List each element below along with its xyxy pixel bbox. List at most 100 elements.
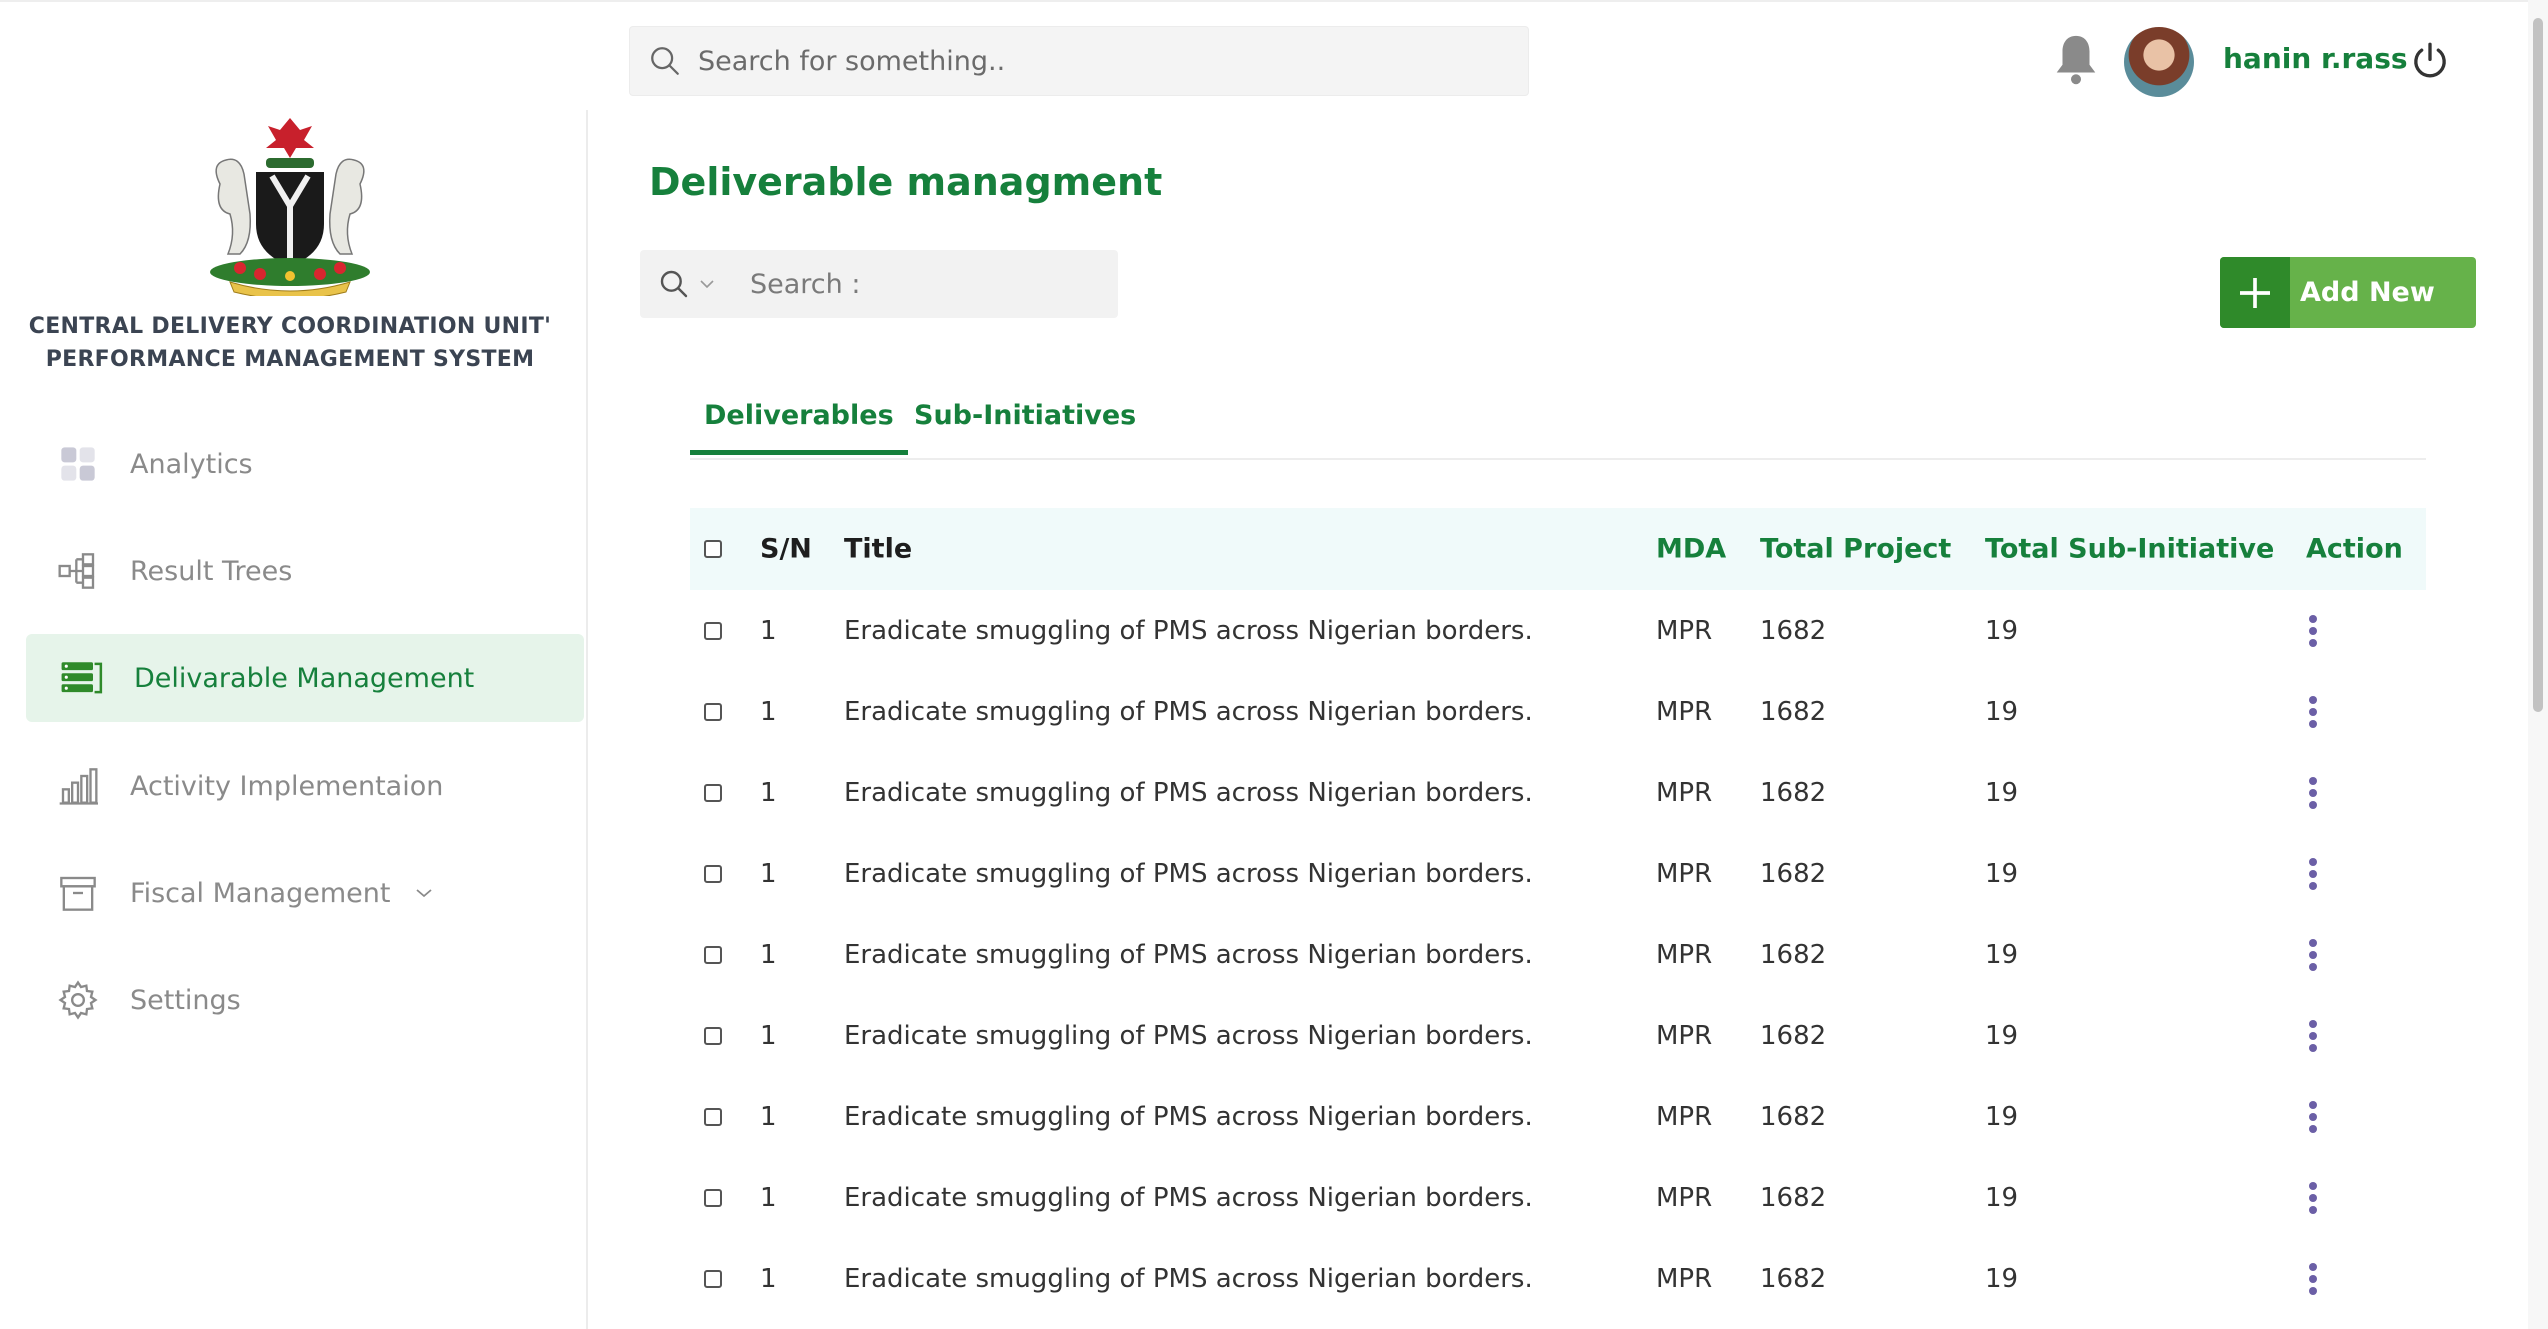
row-checkbox[interactable] [704, 945, 722, 964]
sidebar-item-deliverable-management[interactable]: Delivarable Management [26, 634, 584, 722]
table-row[interactable]: 1 Eradicate smuggling of PMS across Niger… [690, 833, 2426, 914]
cell-mda: MPR [1656, 1182, 1713, 1213]
row-checkbox[interactable] [704, 1188, 722, 1207]
table-row[interactable]: 1 Eradicate smuggling of PMS across Niger… [690, 590, 2426, 671]
col-mda: MDA [1656, 533, 1727, 565]
username[interactable]: hanin r.rass [2223, 42, 2408, 75]
cell-title: Eradicate smuggling of PMS across Nigeri… [844, 1020, 1533, 1051]
deliverable-search-input[interactable] [748, 267, 1052, 301]
global-search-input[interactable] [696, 44, 1500, 78]
global-search[interactable] [629, 26, 1529, 96]
table-row[interactable]: 1 Eradicate smuggling of PMS across Niger… [690, 1238, 2426, 1319]
avatar[interactable] [2124, 27, 2194, 97]
chevron-down-icon[interactable] [414, 886, 434, 900]
sidebar-item-label: Activity Implementaion [130, 770, 444, 802]
cell-total-sub-initiative: 19 [1985, 1101, 2019, 1132]
cell-title: Eradicate smuggling of PMS across Nigeri… [844, 615, 1533, 646]
tab-sub-initiatives[interactable]: Sub-Initiatives [914, 400, 1136, 431]
col-sn: S/N [760, 533, 812, 565]
more-options-icon[interactable] [2308, 1016, 2318, 1056]
cell-total-project: 1682 [1760, 615, 1827, 646]
cell-mda: MPR [1656, 1101, 1713, 1132]
scrollbar-thumb[interactable] [2533, 18, 2543, 712]
cell-mda: MPR [1656, 1263, 1713, 1294]
cell-total-sub-initiative: 19 [1985, 1182, 2019, 1213]
col-total-project: Total Project [1760, 533, 1952, 565]
sidebar-item-label: Analytics [130, 448, 253, 480]
cell-total-project: 1682 [1760, 1182, 1827, 1213]
sidebar-item-result-trees[interactable]: Result Trees [26, 527, 584, 615]
cell-sn: 1 [760, 1101, 777, 1132]
more-options-icon[interactable] [2308, 692, 2318, 732]
sidebar: CENTRAL DELIVERY COORDINATION UNIT' PERF… [0, 110, 588, 1329]
cell-total-project: 1682 [1760, 777, 1827, 808]
more-options-icon[interactable] [2308, 1097, 2318, 1137]
more-options-icon[interactable] [2308, 773, 2318, 813]
cell-total-project: 1682 [1760, 939, 1827, 970]
cell-title: Eradicate smuggling of PMS across Nigeri… [844, 1101, 1533, 1132]
cell-total-sub-initiative: 19 [1985, 1020, 2019, 1051]
cell-mda: MPR [1656, 777, 1713, 808]
scrollbar[interactable] [2528, 0, 2548, 1329]
table-row[interactable]: 1 Eradicate smuggling of PMS across Niger… [690, 671, 2426, 752]
bar-chart-icon [56, 764, 100, 808]
cell-sn: 1 [760, 1263, 777, 1294]
sidebar-item-activity-implementation[interactable]: Activity Implementaion [26, 742, 584, 830]
more-options-icon[interactable] [2308, 854, 2318, 894]
cell-total-project: 1682 [1760, 858, 1827, 889]
more-options-icon[interactable] [2308, 611, 2318, 651]
col-action: Action [2306, 533, 2403, 565]
more-options-icon[interactable] [2308, 935, 2318, 975]
plus-icon [2220, 257, 2290, 328]
cell-mda: MPR [1656, 939, 1713, 970]
cell-total-sub-initiative: 19 [1985, 939, 2019, 970]
bell-icon[interactable] [2052, 32, 2100, 86]
page-title: Deliverable managment [649, 160, 1163, 204]
coat-of-arms-logo [210, 118, 370, 296]
row-checkbox[interactable] [704, 1107, 722, 1126]
select-all-checkbox[interactable] [704, 540, 722, 558]
power-icon[interactable] [2410, 40, 2450, 82]
sidebar-item-label: Result Trees [130, 555, 293, 587]
org-name: CENTRAL DELIVERY COORDINATION UNIT' PERF… [20, 310, 560, 376]
cell-total-sub-initiative: 19 [1985, 777, 2019, 808]
add-new-button[interactable]: Add New [2220, 257, 2476, 328]
deliverable-icon [60, 656, 104, 700]
sidebar-item-fiscal-management[interactable]: Fiscal Management [26, 849, 584, 937]
row-checkbox[interactable] [704, 702, 722, 721]
chevron-down-icon[interactable] [698, 278, 716, 290]
deliverables-table: S/N Title MDA Total Project Total Sub-In… [690, 508, 2426, 1319]
row-checkbox[interactable] [704, 621, 722, 640]
tab-bar: Deliverables Sub-Initiatives [690, 392, 2426, 460]
table-row[interactable]: 1 Eradicate smuggling of PMS across Niger… [690, 995, 2426, 1076]
table-row[interactable]: 1 Eradicate smuggling of PMS across Niger… [690, 752, 2426, 833]
top-bar: hanin r.rass [0, 0, 2528, 112]
sidebar-item-label: Fiscal Management [130, 877, 391, 909]
cell-title: Eradicate smuggling of PMS across Nigeri… [844, 858, 1533, 889]
cell-sn: 1 [760, 858, 777, 889]
row-checkbox[interactable] [704, 864, 722, 883]
cell-sn: 1 [760, 777, 777, 808]
cell-sn: 1 [760, 939, 777, 970]
more-options-icon[interactable] [2308, 1178, 2318, 1218]
table-row[interactable]: 1 Eradicate smuggling of PMS across Niger… [690, 914, 2426, 995]
cell-sn: 1 [760, 615, 777, 646]
more-options-icon[interactable] [2308, 1259, 2318, 1299]
row-checkbox[interactable] [704, 1269, 722, 1288]
archive-icon [56, 871, 100, 915]
sidebar-item-analytics[interactable]: Analytics [26, 420, 584, 508]
row-checkbox[interactable] [704, 1026, 722, 1045]
tree-icon [56, 549, 100, 593]
cell-total-sub-initiative: 19 [1985, 1263, 2019, 1294]
org-name-line2: PERFORMANCE MANAGEMENT SYSTEM [45, 347, 535, 372]
table-row[interactable]: 1 Eradicate smuggling of PMS across Niger… [690, 1157, 2426, 1238]
cell-title: Eradicate smuggling of PMS across Nigeri… [844, 939, 1533, 970]
cell-total-sub-initiative: 19 [1985, 858, 2019, 889]
cell-mda: MPR [1656, 858, 1713, 889]
table-row[interactable]: 1 Eradicate smuggling of PMS across Niger… [690, 1076, 2426, 1157]
deliverable-search[interactable] [640, 250, 1118, 318]
tab-deliverables[interactable]: Deliverables [690, 400, 908, 455]
cell-total-project: 1682 [1760, 1101, 1827, 1132]
row-checkbox[interactable] [704, 783, 722, 802]
sidebar-item-settings[interactable]: Settings [26, 956, 584, 1044]
